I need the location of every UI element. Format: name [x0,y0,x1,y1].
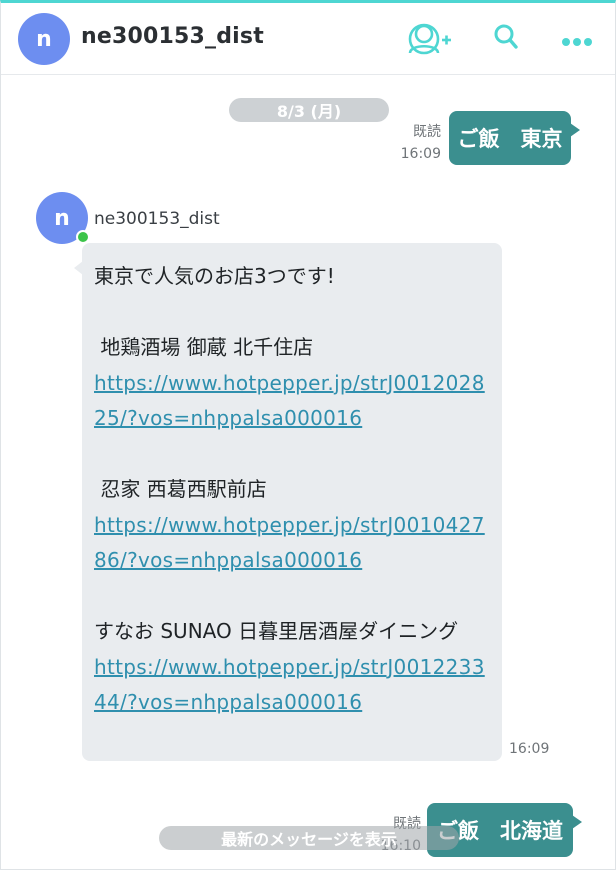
shop-link[interactable]: https://www.hotpepper.jp/strJ001202825/?… [94,366,490,437]
shop-link[interactable]: https://www.hotpepper.jp/strJ001042786/?… [94,508,490,579]
message-time: 16:09 [400,146,441,162]
chat-header: n ne300153_dist [1,3,615,75]
avatar[interactable]: n [18,13,70,65]
message-line [94,579,490,615]
sender-avatar[interactable]: n [36,192,90,244]
message-line: 忍家 西葛西駅前店 [94,477,267,501]
online-status-dot [76,230,90,244]
message-time: 16:09 [509,741,550,757]
add-friend-icon[interactable] [408,23,452,55]
message-line [94,437,490,473]
message-line [94,295,490,331]
more-icon[interactable] [561,37,595,47]
search-icon[interactable] [493,23,519,51]
read-label: 既読 [413,124,441,140]
received-message-bubble[interactable]: 東京で人気のお店3つです! 地鶏酒場 御蔵 北千住店 https://www.h… [74,243,502,761]
page-title: ne300153_dist [81,24,264,49]
message-line: 地鶏酒場 御蔵 北千住店 [94,335,314,359]
date-separator: 8/3 (月) [229,98,389,122]
show-latest-button[interactable]: 最新のメッセージを表示 [159,826,459,850]
shop-link[interactable]: https://www.hotpepper.jp/strJ001223344/?… [94,650,490,721]
sent-message-bubble[interactable]: ご飯 東京 [449,111,580,165]
message-line: すなお SUNAO 日暮里居酒屋ダイニング [94,619,459,643]
sender-name: ne300153_dist [94,209,220,229]
message-meta: 既読 16:09 [381,121,441,165]
message-line: 東京で人気のお店3つです! [94,264,335,288]
chat-window: n ne300153_dist 8/3 (月) 既読 16:09 ご飯 東京 n… [0,0,616,870]
